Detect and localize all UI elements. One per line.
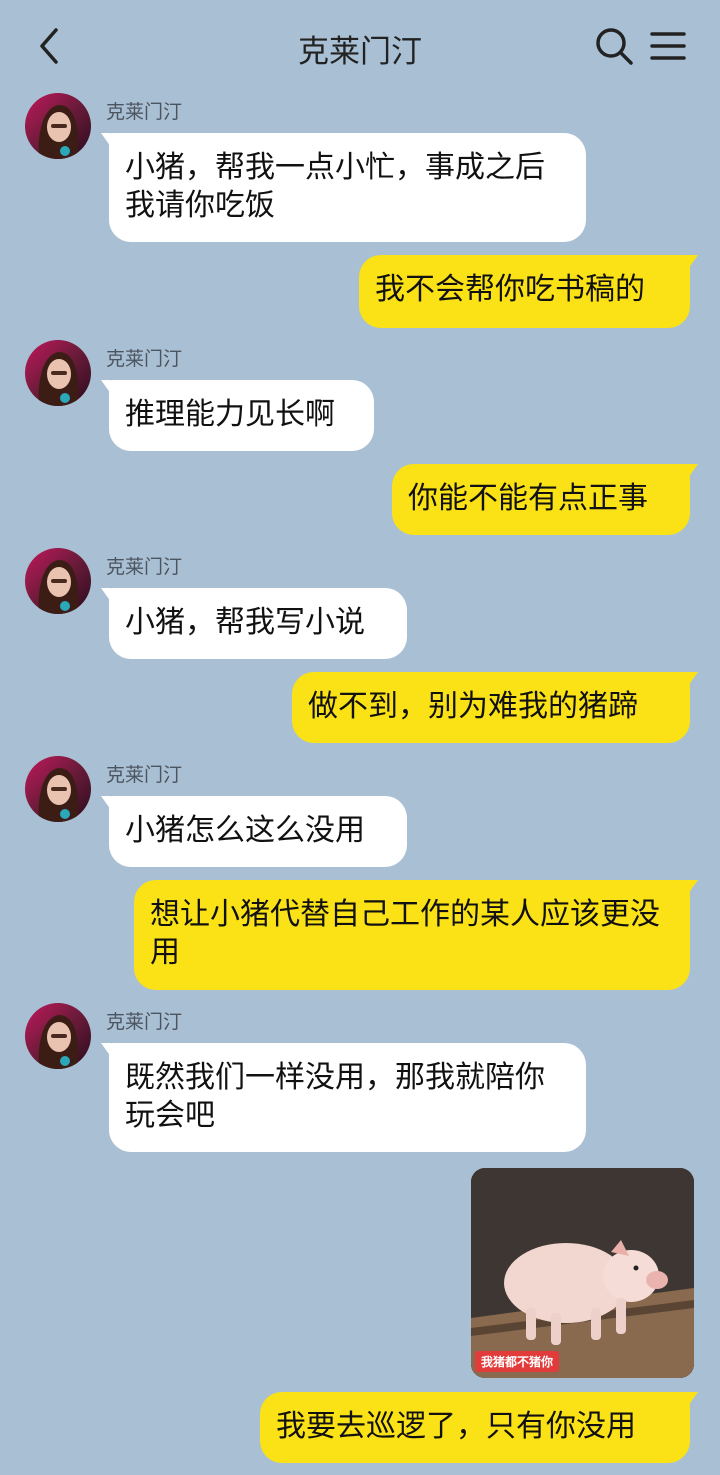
contact-avatar[interactable] [25, 93, 91, 159]
message-bubble-incoming[interactable]: 小猪怎么这么没用 [101, 796, 407, 867]
menu-button[interactable] [648, 28, 688, 64]
chat-header: 克莱门汀 [0, 0, 720, 92]
sender-name: 克莱门汀 [106, 764, 183, 786]
search-button[interactable] [593, 25, 635, 67]
sender-name: 克莱门汀 [106, 101, 183, 123]
message-bubble-incoming[interactable]: 推理能力见长啊 [101, 380, 374, 451]
message-bubble-incoming[interactable]: 既然我们一样没用，那我就陪你玩会吧 [101, 1043, 586, 1152]
sender-name: 克莱门汀 [106, 556, 183, 578]
message-bubble-incoming[interactable]: 小猪，帮我一点小忙，事成之后我请你吃饭 [101, 133, 586, 242]
sender-name: 克莱门汀 [106, 1011, 183, 1033]
message-bubble-incoming[interactable]: 小猪，帮我写小说 [101, 588, 407, 659]
contact-avatar[interactable] [25, 1003, 91, 1069]
menu-icon [650, 32, 686, 60]
sender-name: 克莱门汀 [106, 348, 183, 370]
contact-avatar[interactable] [25, 548, 91, 614]
message-bubble-outgoing[interactable]: 想让小猪代替自己工作的某人应该更没用 [134, 880, 698, 990]
contact-avatar[interactable] [25, 340, 91, 406]
contact-avatar[interactable] [25, 756, 91, 822]
sticker-message[interactable]: 我猪都不猪你 [471, 1168, 694, 1378]
message-bubble-outgoing[interactable]: 你能不能有点正事 [392, 464, 698, 535]
message-bubble-outgoing[interactable]: 我要去巡逻了，只有你没用 [260, 1392, 698, 1463]
pig-sticker-image [471, 1168, 694, 1378]
message-bubble-outgoing[interactable]: 我不会帮你吃书稿的 [359, 255, 698, 328]
sticker-caption: 我猪都不猪你 [475, 1351, 560, 1372]
search-icon [596, 28, 633, 65]
message-bubble-outgoing[interactable]: 做不到，别为难我的猪蹄 [292, 672, 698, 743]
